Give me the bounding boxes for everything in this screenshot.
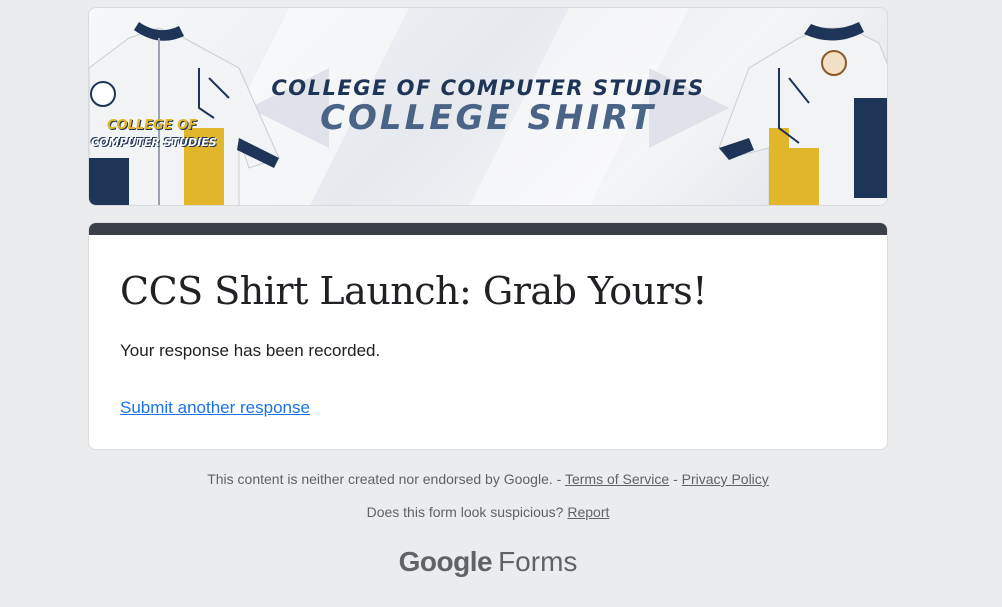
suspicious-text: Does this form look suspicious? <box>366 504 564 520</box>
separator: - <box>669 471 682 487</box>
card-accent-bar <box>89 223 887 235</box>
submit-another-response-link[interactable]: Submit another response <box>120 398 310 418</box>
banner-title-line1: COLLEGE OF COMPUTER STUDIES <box>271 76 705 100</box>
confirmation-message: Your response has been recorded. <box>120 341 381 360</box>
footer-report: Does this form look suspicious? Report <box>88 504 888 520</box>
confirmation-card: CCS Shirt Launch: Grab Yours! Your respo… <box>88 222 888 450</box>
report-link[interactable]: Report <box>567 504 609 520</box>
google-forms-logo[interactable]: Google Forms <box>88 546 888 578</box>
banner-title-line2: COLLEGE SHIRT <box>320 98 656 138</box>
header-banner-image: COLLEGE OF COMPUTER STUDIES COLLEGE OF C… <box>88 7 888 206</box>
form-title: CCS Shirt Launch: Grab Yours! <box>120 269 708 313</box>
google-wordmark: Google <box>398 546 493 577</box>
terms-of-service-link[interactable]: Terms of Service <box>565 471 669 487</box>
forms-wordmark: Forms <box>498 546 578 577</box>
footer-disclaimer: This content is neither created nor endo… <box>88 471 888 487</box>
disclaimer-text: This content is neither created nor endo… <box>207 471 553 487</box>
separator: - <box>552 471 565 487</box>
privacy-policy-link[interactable]: Privacy Policy <box>682 471 769 487</box>
